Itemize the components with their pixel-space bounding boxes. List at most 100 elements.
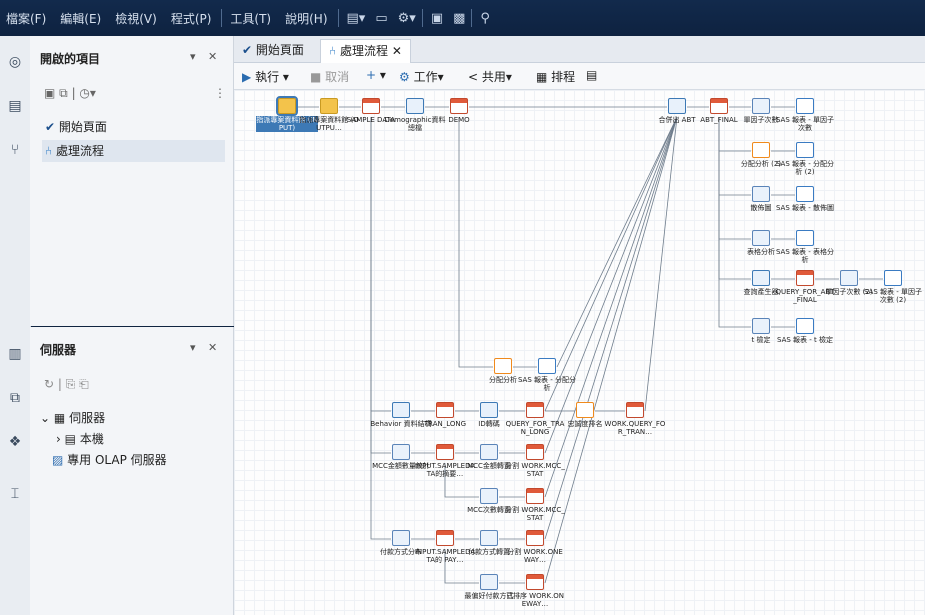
flow-node[interactable]: WORK.QUERY_FOR_TRAN… (604, 402, 666, 436)
run-button[interactable]: ▶ 執行 ▾ (242, 68, 289, 85)
panel-title: 開啟的項目 (40, 52, 101, 66)
libraries-icon[interactable]: ▥ (7, 346, 23, 362)
panel-menu-icon[interactable]: ▾ (190, 50, 196, 63)
menu-separator (221, 9, 223, 27)
history-icon[interactable]: ◷▾ (79, 86, 96, 100)
close-icon[interactable]: ✕ (392, 44, 402, 58)
open-item-process-flow[interactable]: ⑃ 處理流程 (42, 140, 225, 162)
rocket-icon: ✔ (242, 43, 253, 57)
stat-icon (752, 230, 770, 246)
table-icon (526, 402, 544, 418)
open-items-panel: 開啟的項目 ▾ ✕ ▣ ⧉ | ◷▾ ⋮ ✔ 開始頁面 ⑃ 處理流程 (30, 36, 234, 326)
settings-icon[interactable]: ⚙▾ (398, 11, 416, 26)
disconnect-icon[interactable]: ⎘ (66, 377, 76, 391)
menu-separator (421, 9, 423, 27)
flow-toolbar: ▶ 執行 ▾ ■ 取消 + ▾ ⚙ 工作▾ < 共用▾ ▦ 排程 ▤ (234, 63, 925, 90)
tree-node-servers[interactable]: ⌄ ▦ 伺服器 (40, 407, 105, 429)
flow-link (718, 117, 751, 240)
flow-node[interactable]: SAS 報表 - 分配分析 (516, 358, 578, 392)
panel-title: 伺服器 (40, 343, 77, 357)
tab-process-flow[interactable]: ⑃ 處理流程 ✕ (320, 39, 411, 63)
table-icon (526, 444, 544, 460)
snippets-icon[interactable]: ▤ (7, 98, 23, 114)
tab-start-page[interactable]: ✔ 開始頁面 (234, 39, 312, 62)
flow-node[interactable]: SAS 報表 - 單因子次數 (2) (862, 270, 924, 304)
flow-node[interactable]: SAS 報表 - 單因子次數 (774, 98, 836, 132)
save-icon[interactable]: ▣ (44, 86, 55, 100)
add-button[interactable]: + ▾ (366, 68, 386, 82)
share-button[interactable]: < 共用▾ (468, 68, 512, 85)
plus-icon: + (366, 68, 377, 82)
report-icon (884, 270, 902, 286)
flow-node[interactable]: 已排序 WORK.ONEWAY… (504, 574, 566, 608)
stat-icon (840, 270, 858, 286)
git-icon[interactable]: ⌶ (7, 486, 23, 502)
schedule-button[interactable]: ▦ 排程 (536, 68, 575, 85)
open-folder-icon[interactable]: ▭ (375, 11, 387, 26)
flow-link (458, 117, 493, 368)
folder-icon (320, 98, 338, 114)
tab-label: 開始頁面 (255, 43, 304, 57)
stat-icon (392, 444, 410, 460)
menu-help[interactable]: 說明(H) (285, 10, 327, 27)
flow-node[interactable]: 分割 WORK.MCC_STAT (504, 488, 566, 522)
tree-node-olap[interactable]: ▨ 專用 OLAP 伺服器 (52, 449, 167, 471)
close-icon[interactable]: ✕ (208, 341, 217, 354)
file-shortcuts-icon[interactable]: ⧉ (7, 390, 23, 406)
flow-node-label: SAS 報表 - t 檢定 (777, 336, 833, 344)
menu-tools[interactable]: 工具(T) (230, 10, 271, 27)
menu-file[interactable]: 檔案(F) (6, 10, 46, 27)
chevron-right-icon[interactable]: › (56, 432, 61, 446)
open-item-start-page[interactable]: ✔ 開始頁面 (45, 116, 107, 138)
flow-node-label: 已排序 WORK.ONEWAY… (505, 592, 565, 608)
menu-bar: 檔案(F) 編輯(E) 檢視(V) 程式(P) 工具(T) 說明(H) ▤▾ ▭… (0, 0, 925, 36)
flow-icon: ⑃ (45, 144, 53, 158)
report-icon (796, 186, 814, 202)
close-icon[interactable]: ✕ (208, 50, 217, 63)
table-icon (626, 402, 644, 418)
flow-node[interactable]: SAS 報表 - 分配分析 (2) (774, 142, 836, 176)
computer-icon: ▤ (64, 432, 76, 446)
tree-node-label: 伺服器 (69, 411, 106, 425)
open-item-label: 開始頁面 (58, 120, 107, 134)
properties-icon[interactable]: ▤ (586, 68, 597, 82)
save-icon[interactable]: ▣ (431, 11, 443, 26)
tree-node-local[interactable]: › ▤ 本機 (56, 428, 104, 450)
tasks-icon[interactable]: ◎ (7, 54, 23, 70)
open-item-label: 處理流程 (56, 144, 105, 158)
menu-edit[interactable]: 編輯(E) (60, 10, 101, 27)
panel-menu-icon[interactable]: ▾ (190, 341, 196, 354)
panel-toolbar: ▣ ⧉ | ◷▾ (44, 86, 96, 100)
search-icon[interactable]: ⚲ (480, 11, 490, 26)
chevron-down-icon[interactable]: ⌄ (40, 411, 50, 425)
close-all-icon[interactable]: ⧉ (59, 86, 68, 100)
menu-program[interactable]: 程式(P) (171, 10, 212, 27)
table-icon (436, 444, 454, 460)
flow-node-label: SAS 報表 - 散佈圖 (775, 204, 834, 212)
report-icon (796, 230, 814, 246)
new-icon[interactable]: ▤▾ (347, 11, 366, 26)
stop-button[interactable]: ■ 取消 (310, 68, 349, 85)
more-icon[interactable]: ⋮ (214, 86, 226, 100)
flow-node[interactable]: 分割 WORK.MCC_STAT (504, 444, 566, 478)
flow-node-label: 分割 WORK.MCC_STAT (505, 462, 565, 478)
table-icon (436, 530, 454, 546)
query-icon (668, 98, 686, 114)
save-all-icon[interactable]: ▩ (453, 11, 465, 26)
servers-icon[interactable]: ❖ (7, 434, 23, 450)
schedule-icon: ▦ (536, 70, 548, 84)
share-label: 共用 (481, 70, 506, 84)
connect-icon[interactable]: ⎗ (79, 377, 89, 391)
flow-node[interactable]: 分割 WORK.ONEWAY… (504, 530, 566, 564)
job-button[interactable]: ⚙ 工作▾ (399, 68, 444, 85)
flow-node[interactable]: DEMO (428, 98, 490, 124)
flow-node[interactable]: SAS 報表 - 散佈圖 (774, 186, 836, 212)
table-icon (436, 402, 454, 418)
process-flow-canvas[interactable]: 指派專案資料館 (INPUT) 指派專案資料館 (OUTPU… SAMPLE DAT… (234, 90, 925, 615)
flow-node[interactable]: SAS 報表 - 表格分析 (774, 230, 836, 264)
flow-link (544, 116, 678, 498)
menu-view[interactable]: 檢視(V) (115, 10, 157, 27)
flow-icon[interactable]: ⑂ (7, 142, 23, 158)
flow-node[interactable]: SAS 報表 - t 檢定 (774, 318, 836, 344)
refresh-icon[interactable]: ↻ (44, 377, 54, 391)
